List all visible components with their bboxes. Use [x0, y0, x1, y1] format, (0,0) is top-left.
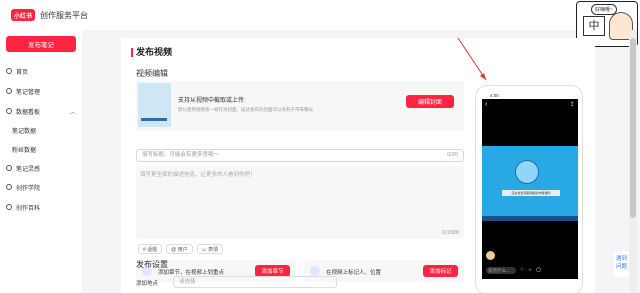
- video-taskbar: [482, 216, 578, 221]
- sidebar-item-note-inspiration[interactable]: 笔记灵感: [0, 161, 82, 175]
- home-icon: [6, 68, 12, 74]
- comment-input[interactable]: 说点什么...: [486, 267, 516, 274]
- top-bar: 小红书 创作服务平台: [0, 0, 640, 30]
- sidebar-item-label: 首页: [16, 69, 29, 76]
- sidebar-item-fan-data[interactable]: 粉丝数据: [0, 142, 82, 156]
- sidebar-item-creator-wiki[interactable]: 创作百科: [0, 200, 82, 214]
- preview-screen: ‹ ⇪ 完全免费领取网络创作者福利 说点什么... ♡ ☆ ◯: [482, 99, 578, 279]
- creator-avatar: [486, 251, 495, 260]
- mark-text: 在视频上标记人、位置: [326, 270, 382, 276]
- description-char-count: 0/1000: [442, 230, 459, 236]
- topic-button[interactable]: # 话题: [138, 244, 163, 254]
- note-icon: [6, 88, 12, 94]
- emoji-button[interactable]: ☺ 表情: [196, 244, 224, 254]
- video-banner: 完全免费领取网络创作者福利: [502, 190, 560, 196]
- cover-upload-description: 默认使用视频第一帧作为封面，描述发布的封面可以有利于带来曝光: [178, 107, 313, 112]
- add-mark-button[interactable]: 添加标记: [423, 265, 458, 277]
- description-textarea[interactable]: 填写更全面的描述信息，让更多的人看到你吧！ 0/1000: [136, 166, 464, 239]
- sidebar-item-label: 笔记数据: [12, 128, 37, 135]
- cover-upload-card: 支持从视频中截取或上传 默认使用视频第一帧作为封面，描述发布的封面可以有利于带来…: [136, 81, 464, 131]
- mascot-image: [515, 160, 539, 184]
- sidebar-item-note-management[interactable]: 笔记管理: [0, 84, 82, 98]
- help-tab[interactable]: 遇到 问题: [614, 251, 629, 277]
- sidebar-item-home[interactable]: 首页: [0, 64, 82, 78]
- mention-user-button[interactable]: @ 用户: [166, 244, 193, 254]
- sidebar-item-label: 笔记管理: [16, 89, 41, 96]
- location-select[interactable]: 请选择: [173, 276, 337, 288]
- publish-note-button[interactable]: 发布笔记: [6, 36, 76, 52]
- title-input-placeholder: 填写标题，可能会有更多赞哦～: [142, 152, 220, 158]
- cover-upload-title: 支持从视频中截取或上传: [178, 98, 245, 104]
- sidebar-item-label: 创作学院: [16, 185, 41, 192]
- heart-icon[interactable]: ♡: [520, 267, 524, 274]
- title-char-count: 0/20: [447, 152, 458, 158]
- star-icon[interactable]: ☆: [528, 267, 532, 274]
- sidebar: 发布笔记 首页 笔记管理 数据看板 ︿ 笔记数据 粉丝数据 笔记灵感 创作学院 …: [0, 30, 82, 293]
- brand-logo[interactable]: 小红书: [11, 9, 35, 21]
- sidebar-item-label: 创作百科: [16, 205, 41, 212]
- chevron-left-icon[interactable]: ‹: [485, 101, 487, 108]
- chart-icon: [6, 108, 12, 114]
- avatar-glyph: 中: [583, 16, 605, 36]
- title-input[interactable]: 填写标题，可能会有更多赞哦～ 0/20: [136, 149, 464, 162]
- insert-toolbar: # 话题 @ 用户 ☺ 表情: [138, 244, 224, 254]
- chevron-up-icon: ︿: [69, 109, 76, 116]
- description-placeholder: 填写更全面的描述信息，让更多的人看到你吧！: [140, 172, 256, 178]
- scrollbar-thumb[interactable]: [630, 38, 636, 218]
- platform-title: 创作服务平台: [40, 10, 88, 20]
- help-line-1: 遇到: [615, 256, 627, 262]
- video-edit-heading: 视频编辑: [136, 69, 168, 78]
- sidebar-item-label: 数据看板: [16, 109, 41, 116]
- publish-settings-heading: 发布设置: [136, 260, 168, 269]
- comment-icon[interactable]: ◯: [536, 267, 541, 274]
- share-icon[interactable]: ⇪: [570, 101, 575, 108]
- video-thumbnail[interactable]: [138, 83, 171, 127]
- book-icon: [6, 204, 12, 210]
- mark-icon: [310, 266, 320, 276]
- preview-action-bar: 说点什么... ♡ ☆ ◯: [486, 267, 576, 274]
- sidebar-item-data-board[interactable]: 数据看板 ︿: [0, 104, 82, 118]
- academy-icon: [6, 184, 12, 190]
- preview-video[interactable]: 完全免费领取网络创作者福利: [482, 146, 578, 221]
- lightbulb-icon: [6, 165, 12, 171]
- page-scrollbar[interactable]: [629, 30, 637, 293]
- sidebar-item-label: 粉丝数据: [12, 147, 37, 154]
- sidebar-item-note-data[interactable]: 笔记数据: [0, 123, 82, 137]
- status-time: 4:00: [490, 93, 499, 98]
- help-line-2: 问题: [615, 264, 627, 270]
- page-title: 发布视频: [131, 48, 172, 57]
- location-label: 添加地点: [136, 281, 159, 287]
- sidebar-item-creator-academy[interactable]: 创作学院: [0, 180, 82, 194]
- edit-cover-button[interactable]: 编辑封面: [406, 95, 454, 108]
- phone-preview: 4:00 ‹ ⇪ 完全免费领取网络创作者福利 说点什么... ♡ ☆ ◯: [475, 85, 583, 293]
- sidebar-item-label: 笔记灵感: [16, 166, 41, 173]
